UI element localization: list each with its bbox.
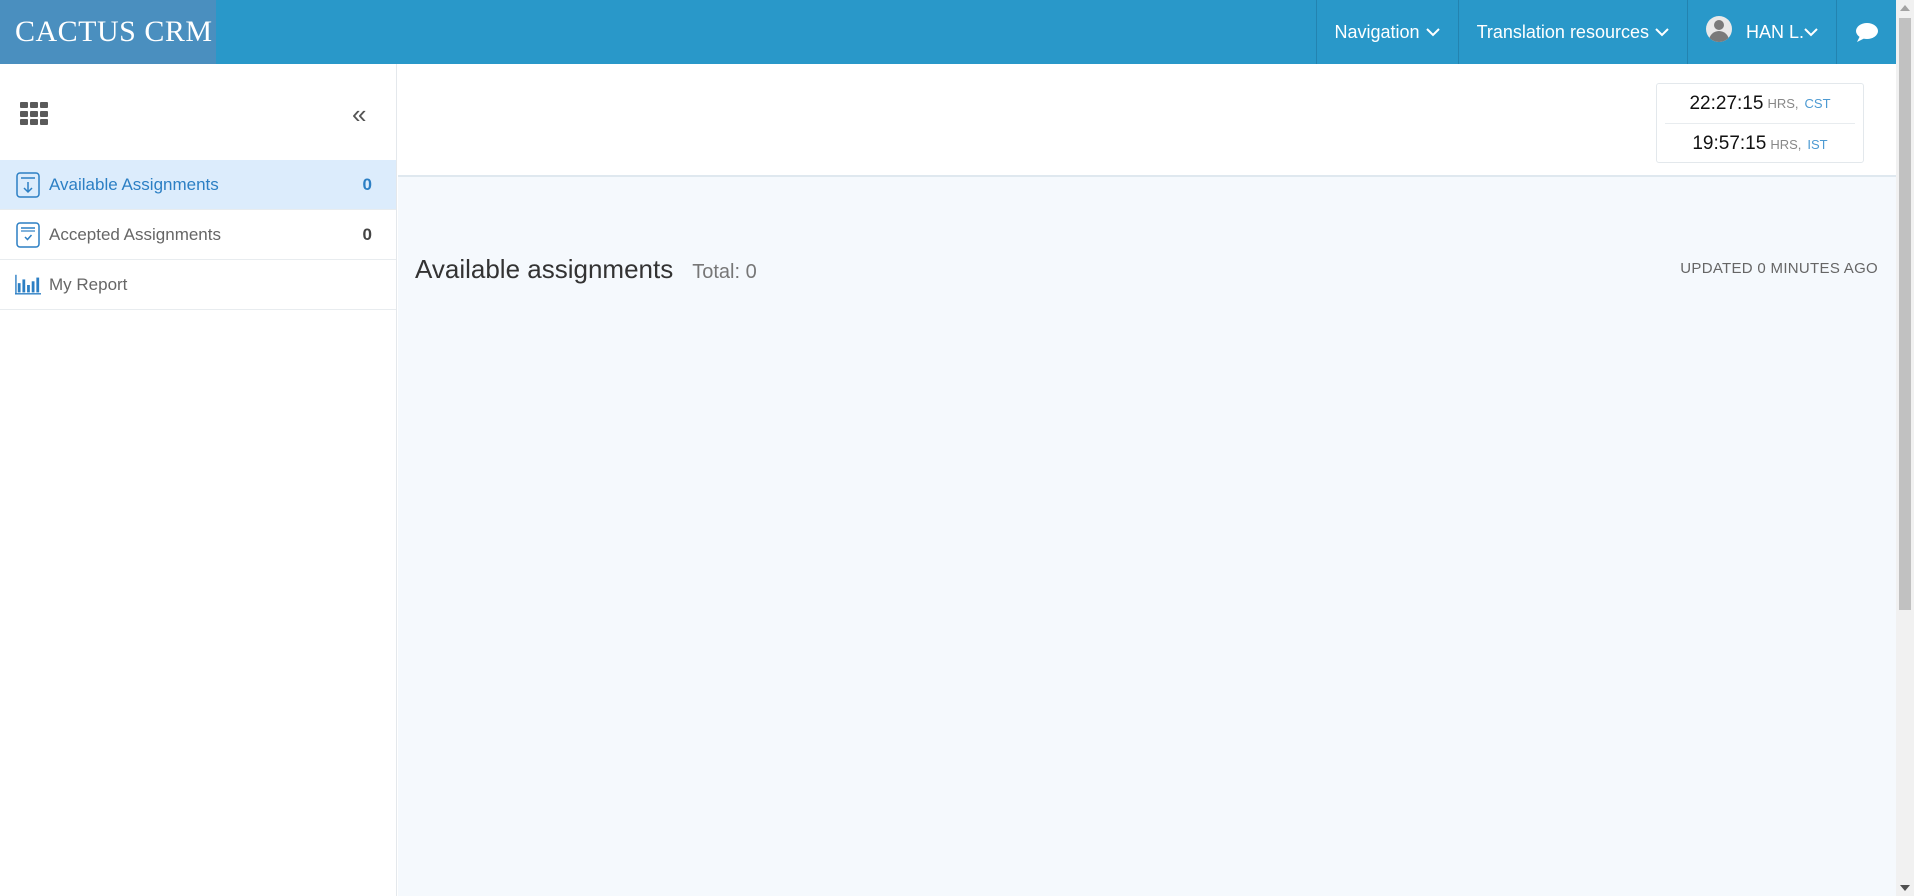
translation-resources-label: Translation resources	[1476, 21, 1649, 42]
clock-cst: 22:27:15 HRS, CST	[1665, 84, 1855, 124]
scroll-down-arrow-icon[interactable]	[1900, 885, 1910, 891]
sidebar-item-label: Accepted Assignments	[49, 224, 221, 244]
world-clock: 22:27:15 HRS, CST 19:57:15 HRS, IST	[1656, 83, 1864, 163]
navigation-dropdown[interactable]: Navigation	[1315, 0, 1458, 64]
sidebar-item-my-report[interactable]: My Report	[0, 260, 396, 310]
translation-resources-dropdown[interactable]: Translation resources	[1457, 0, 1687, 64]
sidebar-item-accepted-assignments[interactable]: Accepted Assignments 0	[0, 210, 396, 260]
chevron-down-icon	[1655, 28, 1669, 37]
sidebar-item-available-assignments[interactable]: Available Assignments 0	[0, 160, 396, 210]
chat-bubble-icon	[1855, 23, 1878, 42]
main-content: 22:27:15 HRS, CST 19:57:15 HRS, IST Avai…	[398, 64, 1896, 896]
scrollbar-thumb[interactable]	[1899, 18, 1911, 610]
collapse-sidebar-icon[interactable]: «	[352, 101, 366, 127]
avatar-icon	[1705, 16, 1732, 42]
sidebar-header: «	[0, 64, 396, 160]
checked-doc-icon	[15, 221, 41, 249]
sidebar-item-label: My Report	[49, 274, 128, 294]
download-doc-icon	[15, 171, 41, 199]
sidebar: « Available Assignments 0 Accepted Assig…	[0, 64, 397, 896]
apps-grid-icon[interactable]	[20, 102, 48, 126]
page-title: Available assignments	[415, 254, 674, 284]
clock-zone: CST	[1804, 96, 1831, 111]
clock-time: 22:27:15	[1689, 92, 1764, 114]
updated-status: UPDATED 0 MINUTES AGO	[1680, 260, 1878, 277]
clock-unit: HRS,	[1767, 96, 1799, 111]
assignments-header: Available assignments Total: 0	[415, 254, 757, 285]
clock-ist: 19:57:15 HRS, IST	[1657, 124, 1863, 164]
clock-zone: IST	[1807, 136, 1828, 152]
top-navbar: CACTUS CRM Navigation Translation resour…	[0, 0, 1896, 64]
navigation-label: Navigation	[1334, 21, 1420, 42]
sidebar-item-label: Available Assignments	[49, 174, 219, 194]
assignment-count: 0	[362, 174, 372, 194]
chevron-down-icon	[1425, 28, 1440, 37]
scroll-up-arrow-icon[interactable]	[1900, 5, 1910, 11]
main-top-bar: 22:27:15 HRS, CST 19:57:15 HRS, IST	[398, 64, 1896, 177]
total-count: Total: 0	[692, 261, 757, 283]
user-menu-dropdown[interactable]: HAN L.	[1686, 0, 1836, 64]
bar-chart-icon	[15, 271, 41, 299]
user-name-label: HAN L.	[1745, 21, 1804, 42]
clock-unit: HRS,	[1770, 136, 1802, 152]
top-nav-menu: Navigation Translation resources HAN L.	[1315, 0, 1897, 64]
assignment-count: 0	[362, 224, 372, 244]
vertical-scrollbar[interactable]	[1896, 0, 1914, 896]
chat-button[interactable]	[1836, 0, 1896, 64]
chevron-down-icon	[1804, 28, 1818, 37]
clock-time: 19:57:15	[1692, 133, 1767, 154]
brand-logo[interactable]: CACTUS CRM	[0, 0, 216, 64]
